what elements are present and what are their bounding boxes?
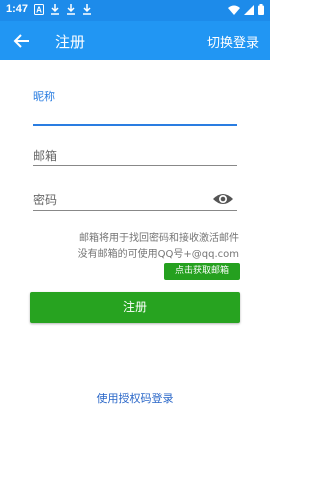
eye-icon[interactable]: [212, 190, 234, 208]
register-button[interactable]: 注册: [30, 292, 240, 323]
page-title: 注册: [55, 33, 86, 51]
email-hint-line1: 邮箱将用于找回密码和接收激活邮件: [79, 233, 239, 244]
battery-icon: [258, 4, 264, 15]
email-underline: [33, 165, 237, 166]
get-email-button[interactable]: 点击获取邮箱: [164, 263, 240, 280]
email-label: 邮箱: [33, 149, 58, 163]
auth-code-login-link[interactable]: 使用授权码登录: [0, 390, 270, 406]
svg-text:A: A: [36, 6, 42, 15]
nickname-underline: [33, 124, 237, 126]
download-icon: [67, 4, 75, 15]
system-icons: [228, 4, 264, 15]
notification-icons: A: [34, 4, 92, 15]
nickname-field[interactable]: 昵称: [33, 88, 237, 126]
wifi-icon: [228, 5, 240, 15]
a-box-icon: A: [34, 4, 44, 15]
signal-icon: [244, 4, 254, 15]
download-icon: [83, 4, 91, 15]
nickname-label: 昵称: [33, 90, 55, 103]
download-icon: [51, 4, 59, 15]
switch-login-button[interactable]: 切换登录: [207, 32, 259, 51]
email-hint-line2: 没有邮箱的可使用QQ号+@qq.com: [77, 249, 239, 260]
back-arrow-icon[interactable]: [12, 31, 32, 51]
status-time: 1:47: [6, 3, 29, 15]
password-label: 密码: [33, 193, 58, 207]
status-bar: 1:47 A: [0, 0, 270, 21]
password-underline: [33, 210, 237, 211]
password-field[interactable]: 密码: [33, 191, 237, 211]
app-bar: 注册 切换登录: [0, 21, 270, 60]
email-field[interactable]: 邮箱: [33, 147, 237, 167]
